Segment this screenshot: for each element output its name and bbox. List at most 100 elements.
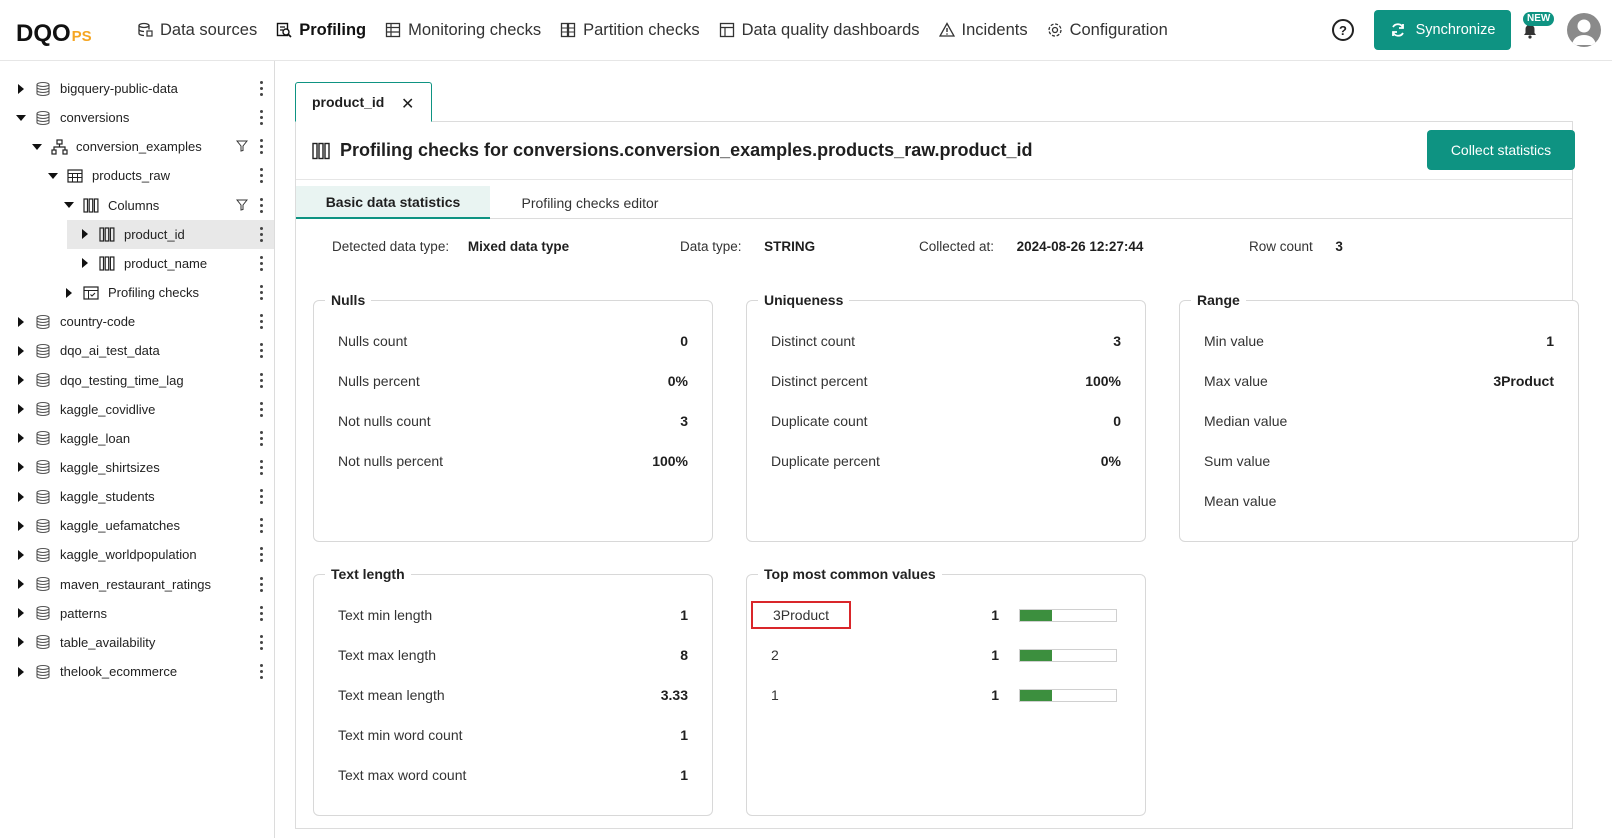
- tab-basic-data-statistics[interactable]: Basic data statistics: [296, 186, 490, 219]
- stat-value: 3Product: [1493, 373, 1554, 389]
- stat-label: Not nulls percent: [338, 453, 444, 469]
- chevron-right-icon[interactable]: [16, 84, 26, 94]
- sidebar-item-label: kaggle_shirtsizes: [60, 459, 160, 475]
- chevron-right-icon[interactable]: [16, 462, 26, 472]
- sidebar-item-label: conversions: [60, 110, 130, 126]
- stat-row: Distinct percent 100%: [771, 373, 1121, 393]
- chevron-right-icon[interactable]: [16, 608, 26, 618]
- chevron-right-icon[interactable]: [16, 317, 26, 327]
- meta-label: Detected data type:: [332, 239, 450, 254]
- sidebar-item-columns[interactable]: Columns: [0, 191, 274, 220]
- chevron-right-icon[interactable]: [16, 521, 26, 531]
- tab-profiling-checks-editor[interactable]: Profiling checks editor: [490, 186, 690, 219]
- more-options-icon[interactable]: [260, 430, 264, 446]
- nav-data-sources[interactable]: Data sources: [136, 18, 257, 42]
- sidebar-item-profiling-checks[interactable]: Profiling checks: [0, 278, 274, 307]
- sidebar-item-kaggle-shirtsizes[interactable]: kaggle_shirtsizes: [0, 453, 274, 482]
- nav-dashboards[interactable]: Data quality dashboards: [718, 18, 920, 42]
- nav-profiling[interactable]: Profiling: [275, 18, 366, 42]
- more-options-icon[interactable]: [260, 459, 264, 475]
- tab-product-id[interactable]: product_id ✕: [295, 82, 432, 122]
- stat-row: Not nulls percent 100%: [338, 453, 688, 473]
- panel-header: Profiling checks for conversions.convers…: [296, 122, 1575, 180]
- database-icon: [34, 430, 52, 446]
- stat-label: Mean value: [1204, 493, 1277, 509]
- more-options-icon[interactable]: [260, 226, 264, 242]
- more-options-icon[interactable]: [260, 255, 264, 271]
- sidebar-item-table-availability[interactable]: table_availability: [0, 628, 274, 657]
- sidebar-item-maven-restaurant-ratings[interactable]: maven_restaurant_ratings: [0, 570, 274, 599]
- chevron-right-icon[interactable]: [16, 550, 26, 560]
- chevron-right-icon[interactable]: [16, 667, 26, 677]
- more-options-icon[interactable]: [260, 139, 264, 155]
- sidebar-item-product-name[interactable]: product_name: [0, 249, 274, 278]
- more-options-icon[interactable]: [260, 401, 264, 417]
- chevron-down-icon[interactable]: [48, 171, 58, 181]
- chevron-right-icon[interactable]: [64, 288, 74, 298]
- more-options-icon[interactable]: [260, 576, 264, 592]
- more-options-icon[interactable]: [260, 110, 264, 126]
- chevron-right-icon[interactable]: [80, 229, 90, 239]
- more-options-icon[interactable]: [260, 197, 264, 213]
- sidebar-item-dqo-ai-test-data[interactable]: dqo_ai_test_data: [0, 336, 274, 365]
- more-options-icon[interactable]: [260, 518, 264, 534]
- nav-monitoring-checks[interactable]: Monitoring checks: [384, 18, 541, 42]
- more-options-icon[interactable]: [260, 605, 264, 621]
- filter-icon[interactable]: [235, 199, 249, 211]
- chevron-right-icon[interactable]: [16, 579, 26, 589]
- sidebar-item-thelook-ecommerce[interactable]: thelook_ecommerce: [0, 657, 274, 686]
- more-options-icon[interactable]: [260, 547, 264, 563]
- stat-row: Median value: [1204, 413, 1554, 433]
- more-options-icon[interactable]: [260, 81, 264, 96]
- sidebar-item-kaggle-covidlive[interactable]: kaggle_covidlive: [0, 395, 274, 424]
- chevron-down-icon[interactable]: [16, 113, 26, 123]
- meta-value: Mixed data type: [467, 239, 570, 254]
- more-options-icon[interactable]: [260, 343, 264, 359]
- sidebar-item-kaggle-worldpopulation[interactable]: kaggle_worldpopulation: [0, 540, 274, 569]
- stat-row: Text max length 8: [338, 647, 688, 667]
- more-options-icon[interactable]: [260, 489, 264, 505]
- chevron-right-icon[interactable]: [16, 375, 26, 385]
- help-icon[interactable]: ?: [1332, 19, 1354, 41]
- dqops-logo[interactable]: DQO PS: [16, 15, 92, 47]
- chevron-right-icon[interactable]: [16, 404, 26, 414]
- chevron-down-icon[interactable]: [32, 142, 42, 152]
- more-options-icon[interactable]: [260, 168, 264, 184]
- sidebar-item-products-raw[interactable]: products_raw: [0, 161, 274, 190]
- stat-label: Min value: [1204, 333, 1264, 349]
- chevron-down-icon[interactable]: [64, 200, 74, 210]
- stat-row: Max value 3Product: [1204, 373, 1554, 393]
- chevron-right-icon[interactable]: [80, 258, 90, 268]
- database-icon: [34, 576, 52, 592]
- filter-icon[interactable]: [235, 140, 249, 152]
- avatar[interactable]: [1567, 13, 1601, 47]
- more-options-icon[interactable]: [260, 314, 264, 330]
- sidebar-item-patterns[interactable]: patterns: [0, 599, 274, 628]
- more-options-icon[interactable]: [260, 285, 264, 301]
- sidebar-item-product-id[interactable]: product_id: [67, 219, 274, 249]
- sidebar-item-dqo-testing-time-lag[interactable]: dqo_testing_time_lag: [0, 366, 274, 395]
- stat-value: 0: [680, 333, 688, 349]
- sidebar-item-conversions[interactable]: conversions: [0, 103, 274, 132]
- sidebar-item-label: bigquery-public-data: [60, 81, 178, 96]
- chevron-right-icon[interactable]: [16, 346, 26, 356]
- sidebar-item-kaggle-uefamatches[interactable]: kaggle_uefamatches: [0, 511, 274, 540]
- sidebar-item-conversion-examples[interactable]: conversion_examples: [0, 132, 274, 161]
- collect-statistics-button[interactable]: Collect statistics: [1427, 130, 1575, 170]
- nav-incidents[interactable]: Incidents: [938, 18, 1028, 42]
- synchronize-button[interactable]: Synchronize: [1374, 10, 1511, 50]
- sidebar-item-bigquery-public-data[interactable]: bigquery-public-data: [0, 74, 274, 103]
- more-options-icon[interactable]: [260, 372, 264, 388]
- more-options-icon[interactable]: [260, 634, 264, 650]
- chevron-right-icon[interactable]: [16, 492, 26, 502]
- sidebar-item-country-code[interactable]: country-code: [0, 307, 274, 336]
- close-icon[interactable]: ✕: [401, 94, 414, 114]
- nav-configuration[interactable]: Configuration: [1046, 18, 1168, 42]
- chevron-right-icon[interactable]: [16, 433, 26, 443]
- sidebar-item-kaggle-students[interactable]: kaggle_students: [0, 482, 274, 511]
- stat-row: Not nulls count 3: [338, 413, 688, 433]
- more-options-icon[interactable]: [260, 664, 264, 679]
- nav-partition-checks[interactable]: Partition checks: [559, 18, 700, 42]
- chevron-right-icon[interactable]: [16, 637, 26, 647]
- sidebar-item-kaggle-loan[interactable]: kaggle_loan: [0, 424, 274, 453]
